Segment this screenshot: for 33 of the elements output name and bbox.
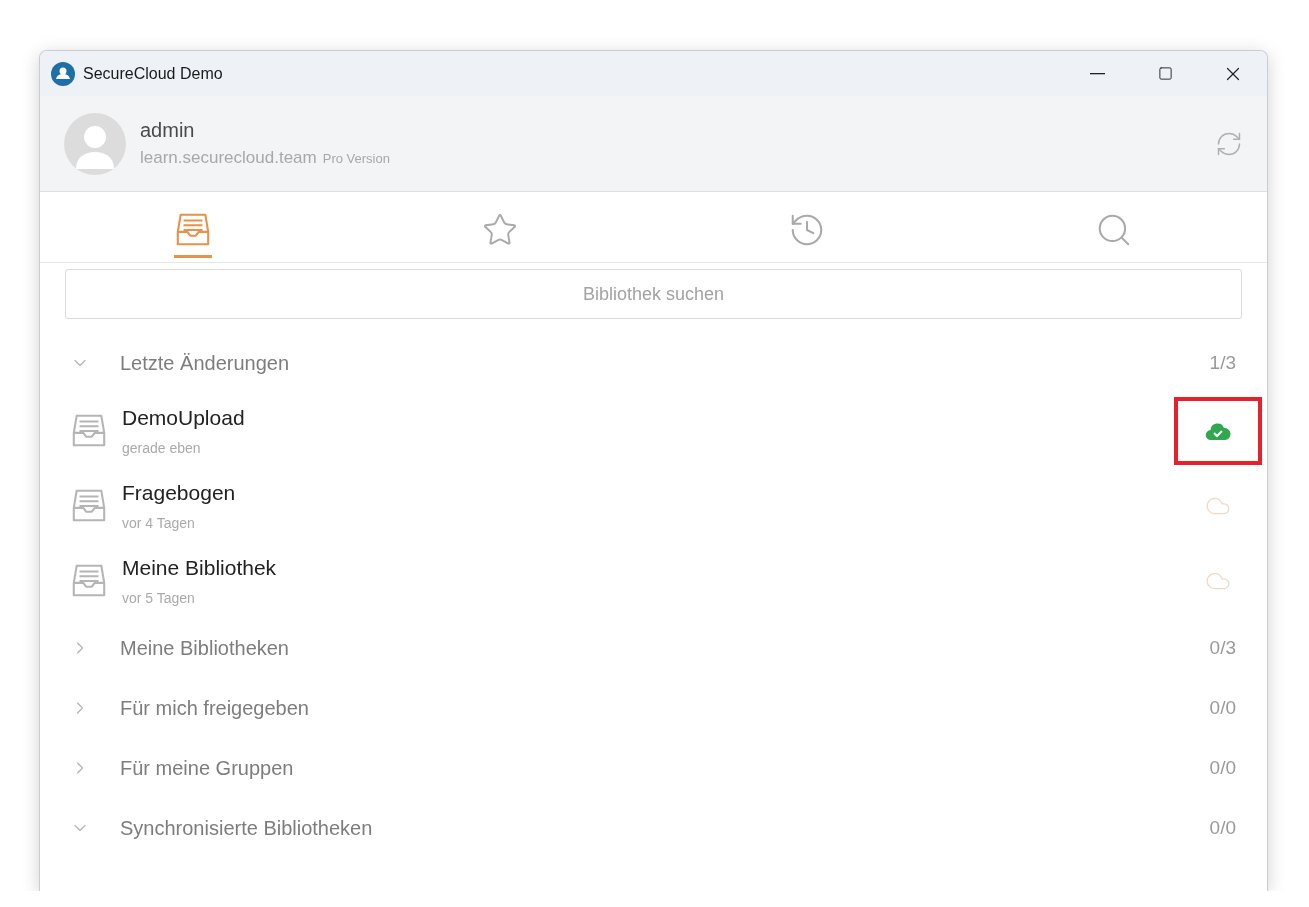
library-name: DemoUpload [122,405,246,430]
star-icon [482,211,519,248]
library-item[interactable]: Meine Bibliothek vor 5 Tagen [70,543,1262,618]
section-label: Für mich freigegeben [120,696,310,720]
section-count: 1/3 [1209,352,1236,374]
section-count: 0/0 [1209,757,1236,779]
app-logo-icon [51,61,75,86]
library-name: Fragebogen [122,480,237,505]
section-label: Letzte Änderungen [120,351,291,375]
library-name: Meine Bibliothek [122,555,278,580]
edition-label: Pro Version [322,151,390,166]
section-count: 0/0 [1209,817,1236,839]
library-item[interactable]: DemoUpload gerade eben [70,393,1262,468]
section-header[interactable]: Synchronisierte Bibliotheken 0/0 [70,798,1262,858]
maximize-icon [1157,66,1173,81]
section-label: Für meine Gruppen [120,756,295,780]
server-address: learn.securecloud.team [140,148,317,168]
section-header[interactable]: Letzte Änderungen 1/3 [70,333,1262,393]
section-label: Meine Bibliotheken [120,636,290,660]
section-count: 0/3 [1209,637,1236,659]
library-time: vor 4 Tagen [122,514,196,531]
search-field[interactable]: Bibliothek suchen [65,269,1242,319]
minimize-icon [1089,72,1105,75]
section-header[interactable]: Für mich freigegeben 0/0 [70,678,1262,738]
section-header[interactable]: Meine Bibliotheken 0/3 [70,618,1262,678]
window-title: SecureCloud Demo [83,64,224,83]
account-name: admin [140,119,196,142]
section-header[interactable]: Für meine Gruppen 0/0 [70,738,1262,798]
library-time: vor 5 Tagen [122,589,196,606]
library-time: gerade eben [122,439,202,456]
section-label: Synchronisierte Bibliotheken [120,816,374,840]
section-count: 0/0 [1209,697,1236,719]
library-item[interactable]: Fragebogen vor 4 Tagen [70,468,1262,543]
